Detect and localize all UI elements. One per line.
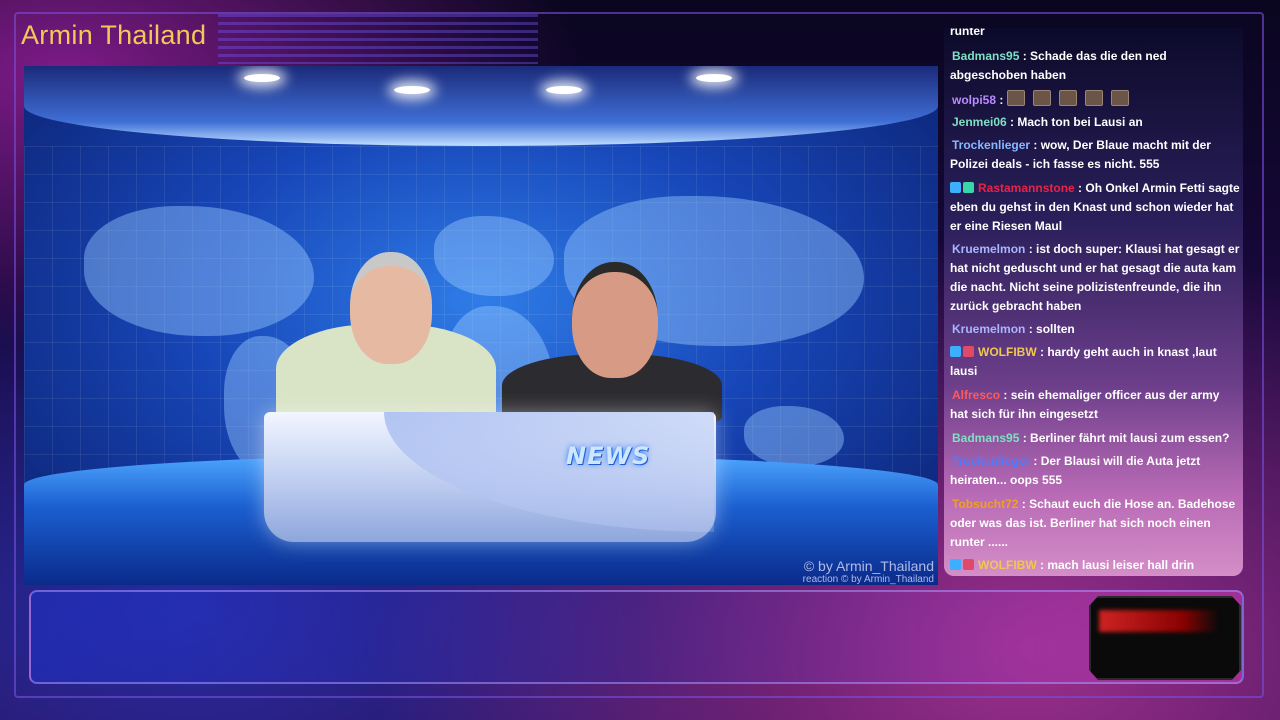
chat-message: Trockenlieger : Der Blausi will die Auta…	[950, 452, 1240, 490]
chat-emote-icon	[1058, 90, 1077, 106]
chat-text: : Berliner fährt mit lausi zum essen?	[1019, 431, 1230, 445]
map-north-america	[84, 206, 314, 336]
chat-badge-icon	[950, 559, 961, 570]
chat-text: :	[996, 93, 1007, 107]
chat-truncated-line: runter	[950, 28, 985, 38]
chat-panel[interactable]: runter Badmans95 : Schade das die den ne…	[944, 28, 1243, 576]
chat-username[interactable]: Jenmei06	[952, 115, 1007, 129]
chat-badge-icon	[950, 182, 961, 193]
studio-light	[546, 86, 582, 94]
chat-badge-icon	[963, 182, 974, 193]
chat-text: : mach lausi leiser hall drin	[1036, 558, 1195, 572]
chat-username[interactable]: Badmans95	[952, 431, 1019, 445]
chat-badge-icon	[950, 346, 961, 357]
studio-light	[394, 86, 430, 94]
chat-username[interactable]: WOLFIBW	[978, 345, 1037, 359]
studio-ceiling	[24, 66, 938, 146]
news-desk	[264, 412, 716, 542]
chat-message: Badmans95 : Schade das die den ned abges…	[950, 47, 1240, 85]
studio-light	[244, 74, 280, 82]
chat-message: Kruemelmon : sollten	[950, 320, 1240, 339]
chat-username[interactable]: Trockenlieger	[952, 454, 1030, 468]
chat-username[interactable]: Kruemelmon	[952, 322, 1025, 336]
chat-emote-icon	[1084, 90, 1103, 106]
chat-message: wolpi58 :	[950, 90, 1240, 110]
presenter-left-head	[350, 252, 432, 364]
watermark-sub: reaction © by Armin_Thailand	[802, 574, 934, 585]
chat-username[interactable]: Kruemelmon	[952, 242, 1025, 256]
chat-username[interactable]: Trockenlieger	[952, 138, 1030, 152]
chat-username[interactable]: WOLFIBW	[978, 558, 1037, 572]
chat-username[interactable]: Badmans95	[952, 49, 1019, 63]
bottom-info-bar	[29, 590, 1244, 684]
channel-title: Armin Thailand	[21, 20, 207, 50]
stream-video[interactable]: NEWS © by Armin_Thailand reaction © by A…	[24, 66, 938, 585]
chat-username[interactable]: Alfresco	[952, 388, 1000, 402]
presenter-right-head	[572, 262, 658, 378]
chat-message: Trockenlieger : wow, Der Blaue macht mit…	[950, 136, 1240, 174]
chat-text: : sollten	[1025, 322, 1075, 336]
map-australia	[744, 406, 844, 466]
chat-username[interactable]: Tobsucht72	[952, 497, 1018, 511]
chat-emote-icon	[1110, 90, 1129, 106]
chat-message: Rastamannstone : Oh Onkel Armin Fetti sa…	[950, 179, 1240, 236]
video-watermark: © by Armin_Thailand reaction © by Armin_…	[803, 558, 934, 585]
map-europe	[434, 216, 554, 296]
chat-text: : Mach ton bei Lausi an	[1006, 115, 1143, 129]
desk-swoosh	[384, 412, 714, 532]
webcam-light	[1099, 610, 1219, 632]
chat-message: WOLFIBW : hardy geht auch in knast ,laut…	[950, 343, 1240, 381]
chat-message: Badmans95 : Berliner fährt mit lausi zum…	[950, 429, 1240, 448]
chat-emote-icon	[1032, 90, 1051, 106]
chat-message: WOLFIBW : mach lausi leiser hall drin	[950, 556, 1240, 575]
chat-message: Kruemelmon : ist doch super: Klausi hat …	[950, 240, 1240, 316]
studio-light	[696, 74, 732, 82]
news-logo: NEWS	[566, 442, 651, 470]
chat-username[interactable]: wolpi58	[952, 93, 996, 107]
webcam-thumbnail	[1089, 596, 1241, 680]
chat-badge-icon	[963, 346, 974, 357]
chat-message: Jenmei06 : Mach ton bei Lausi an	[950, 113, 1240, 132]
chat-emote-icon	[1006, 90, 1025, 106]
watermark-main: © by Armin_Thailand	[803, 558, 934, 574]
chat-message: Tobsucht72 : Schaut euch die Hose an. Ba…	[950, 495, 1240, 552]
chat-message: Alfresco : sein ehemaliger officer aus d…	[950, 386, 1240, 424]
chat-badge-icon	[963, 559, 974, 570]
chat-username[interactable]: Rastamannstone	[978, 181, 1075, 195]
